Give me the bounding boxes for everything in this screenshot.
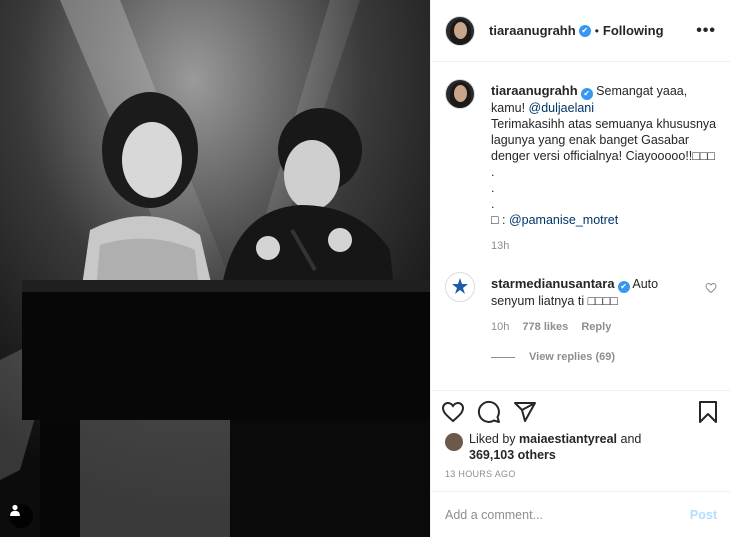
author-avatar[interactable] [445, 15, 475, 46]
caption-body: Terimakasihh atas semuanya khususnya lag… [491, 117, 717, 163]
caption-dot-2: . [491, 181, 495, 195]
likes-count-link[interactable]: 369,103 others [469, 448, 556, 462]
comment-icon[interactable] [477, 400, 501, 424]
caption-dot-1: . [491, 165, 495, 179]
more-options-icon[interactable]: ••• [696, 22, 716, 40]
caption-credit: □ : @pamanise_motret [491, 213, 619, 227]
comments-section[interactable]: tiaraanugrahh ✔ Semangat yaaa, kamu! @dul… [431, 63, 730, 390]
caption-time[interactable]: 13h [491, 240, 509, 252]
star-media-logo-icon [452, 278, 468, 294]
add-comment-bar: Post [431, 491, 730, 537]
comment-like-heart-icon[interactable] [705, 282, 717, 294]
caption-meta: 13h [491, 238, 717, 254]
bookmark-icon[interactable] [697, 400, 719, 424]
comment-time[interactable]: 10h [491, 321, 509, 333]
commenter-username[interactable]: starmedianusantara [491, 276, 615, 291]
liker-username[interactable]: maiaestiantyreal [519, 432, 617, 446]
post-timestamp[interactable]: 13 HOURS AGO [445, 469, 721, 479]
likes-summary: Liked by maiaestiantyreal and 369,103 ot… [441, 431, 721, 463]
user-tag-button[interactable] [9, 504, 33, 528]
add-comment-input[interactable] [445, 507, 690, 522]
author-username[interactable]: tiaraanugrahh [489, 23, 576, 38]
caption-mention-link[interactable]: @duljaelani [529, 101, 595, 115]
user-tag-icon [10, 504, 20, 516]
verified-badge-icon: ✔ [578, 24, 591, 37]
replies-divider [491, 356, 515, 358]
caption-dot-3: . [491, 197, 495, 211]
comment-emoji: □□□□ [587, 294, 618, 308]
instagram-post: tiaraanugrahh ✔ • Following ••• tiaraanu… [0, 0, 730, 537]
comment-meta: 10h 778 likes Reply [491, 319, 691, 335]
verified-badge-icon: ✔ [617, 281, 630, 293]
liker-avatar[interactable] [445, 433, 463, 451]
post-header: tiaraanugrahh ✔ • Following ••• [431, 0, 730, 62]
heart-icon[interactable] [441, 400, 465, 424]
photo-illustration [0, 0, 430, 537]
comment-likes[interactable]: 778 likes [522, 321, 568, 333]
view-replies-button[interactable]: View replies (69) [491, 351, 717, 363]
comment-item: starmedianusantara ✔ Auto senyum liatnya … [445, 272, 717, 335]
caption-author[interactable]: tiaraanugrahh [491, 83, 578, 98]
caption: tiaraanugrahh ✔ Semangat yaaa, kamu! @dul… [445, 79, 717, 254]
caption-avatar[interactable] [445, 79, 475, 109]
caption-emoji: □□□ [692, 149, 715, 163]
action-bar: Liked by maiaestiantyreal and 369,103 ot… [431, 390, 730, 479]
post-comment-button[interactable]: Post [690, 508, 717, 522]
verified-badge-icon: ✔ [580, 88, 593, 100]
reply-button[interactable]: Reply [581, 321, 611, 333]
following-button[interactable]: Following [603, 23, 664, 38]
post-sidebar: tiaraanugrahh ✔ • Following ••• tiaraanu… [430, 0, 730, 537]
header-separator: • [594, 23, 599, 38]
commenter-avatar[interactable] [445, 272, 475, 302]
share-icon[interactable] [513, 400, 537, 424]
post-photo[interactable] [0, 0, 430, 537]
credit-mention-link[interactable]: @pamanise_motret [509, 213, 618, 227]
